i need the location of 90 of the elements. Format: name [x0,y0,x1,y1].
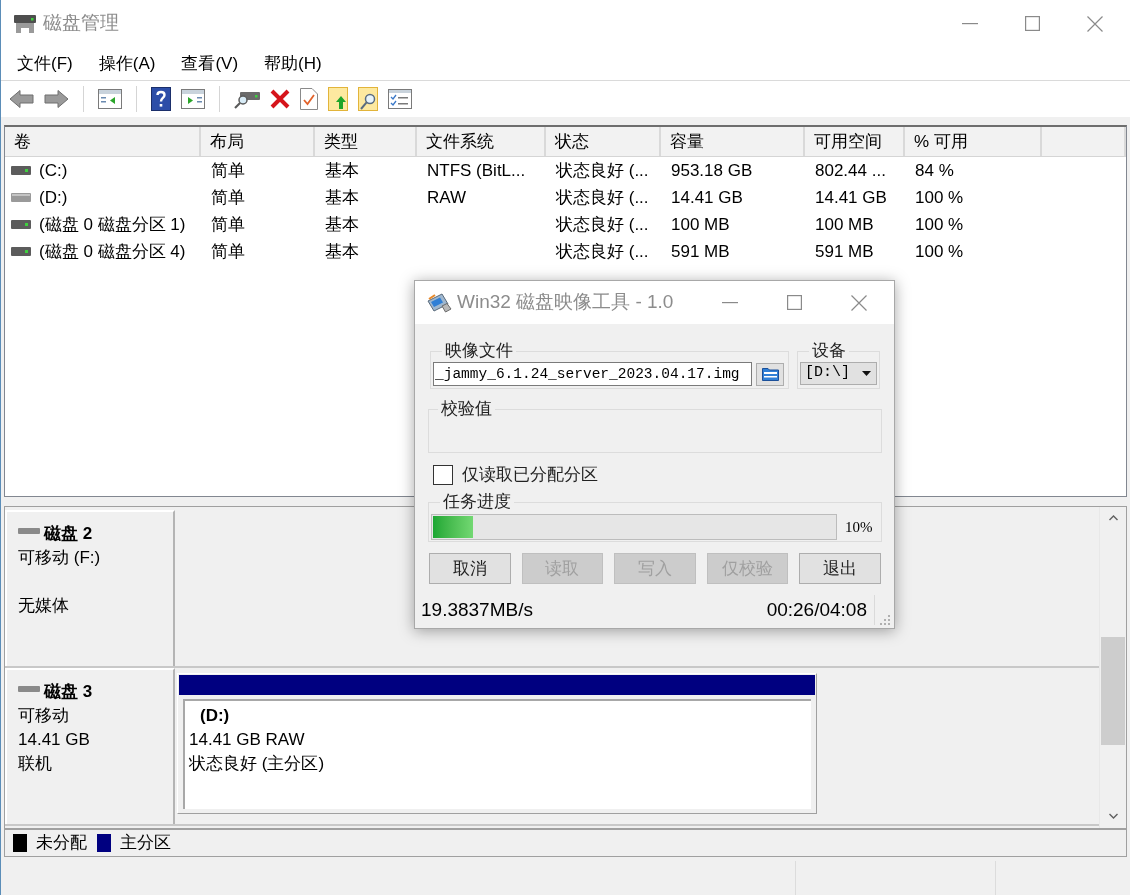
group-label: 设备 [811,341,847,361]
table-cell: NTFS (BitL... [427,161,526,180]
dialog-title: Win32 磁盘映像工具 - 1.0 [457,290,674,315]
disk-type: 可移动 [18,705,69,727]
table-cell: 84 % [915,161,954,180]
menu-item[interactable]: 操作(A) [90,49,164,78]
table-cell: 状态良好 (... [556,215,649,234]
group-label: 映像文件 [444,341,514,361]
help-icon[interactable] [151,87,171,111]
table-cell: 基本 [325,215,359,234]
page-check-icon[interactable] [300,88,318,110]
dialog-button[interactable]: 退出 [799,553,881,584]
table-cell: 状态良好 (... [556,188,649,207]
table-cell: 状态良好 (... [556,161,649,180]
usb-stick-icon [426,291,452,314]
table-cell: 591 MB [671,242,730,261]
scroll-down-icon[interactable] [1108,813,1118,819]
table-cell-text: (C:) [39,160,68,182]
table-cell: 基本 [325,161,359,180]
checklist-window-icon[interactable] [388,89,412,109]
table-cell: 802.44 ... [815,161,886,180]
image-file-input[interactable]: _jammy_6.1.24_server_2023.04.17.img [433,362,752,386]
page-magnifier-icon[interactable] [358,87,378,111]
scrollbar-thumb[interactable] [1101,637,1125,745]
disk-name: 磁盘 2 [44,523,93,545]
drive-icon [11,220,31,229]
group-label: 校验值 [440,399,493,419]
device-select[interactable]: [D:\] [800,362,877,385]
drive-magnifier-icon[interactable] [234,89,260,109]
table-cell: 简单 [211,242,245,261]
partition-status: 状态良好 (主分区) [189,753,325,775]
minimize-icon[interactable] [962,22,978,25]
table-cell: 591 MB [815,242,874,261]
progress-reading: 10% [845,517,873,537]
cross-icon[interactable] [270,89,290,109]
group-label: 任务进度 [442,492,512,512]
scrollbar-track[interactable] [1099,507,1126,828]
legend-label: 主分区 [120,832,171,855]
disk-name: 磁盘 3 [44,681,93,703]
table-cell: 基本 [325,242,359,261]
maximize-icon[interactable] [1025,16,1040,31]
disk-status: 联机 [18,753,52,775]
elapsed-time: 00:26/04:08 [766,597,867,622]
drive-icon [11,193,31,202]
checkbox[interactable] [433,465,453,485]
drive-icon [11,247,31,256]
table-cell: 100 MB [815,215,874,234]
minimize-icon[interactable] [722,301,738,304]
table-cell: 状态良好 (... [556,242,649,261]
disk-size: 14.41 GB [18,729,90,751]
table-cell: 简单 [211,161,245,180]
partition-label: (D:) [199,705,230,727]
checkbox-label[interactable]: 仅读取已分配分区 [462,465,598,485]
table-cell: 100 % [915,215,964,234]
table-cell: 简单 [211,188,245,207]
dialog-button[interactable]: 取消 [429,553,511,584]
table-cell: 基本 [325,188,359,207]
partition-block[interactable]: (D:) 14.41 GB RAW 状态良好 (主分区) [177,673,817,814]
partition-details: 14.41 GB RAW [189,729,305,751]
disk-status: 无媒体 [18,595,69,617]
legend-label: 未分配 [36,832,87,855]
table-cell: 14.41 GB [671,188,743,207]
table-cell-text: (D:) [39,187,68,209]
menu-item[interactable]: 查看(V) [173,49,247,78]
table-cell: RAW [427,188,467,207]
close-icon[interactable] [1087,15,1103,32]
table-cell-text: (磁盘 0 磁盘分区 1) [39,214,186,236]
table-cell: 953.18 GB [671,161,753,180]
resize-grip-icon[interactable] [880,615,890,625]
disk-drive-icon [14,13,36,34]
drive-icon [11,166,31,175]
forward-arrow-icon[interactable] [44,89,69,109]
browse-button[interactable] [756,362,784,386]
menu-item[interactable]: 文件(F) [9,49,81,78]
scroll-up-icon[interactable] [1108,515,1118,521]
back-arrow-icon[interactable] [9,89,34,109]
table-cell: 简单 [211,215,245,234]
disk-type: 可移动 (F:) [18,547,101,569]
table-cell: 14.41 GB [815,188,887,207]
table-cell: 100 % [915,242,964,261]
table-cell-text: (磁盘 0 磁盘分区 4) [39,241,186,263]
menu-item[interactable]: 帮助(H) [256,49,330,78]
window-title: 磁盘管理 [43,11,119,36]
maximize-icon[interactable] [787,295,802,310]
transfer-speed: 19.3837MB/s [421,597,533,622]
table-cell: 100 % [915,188,964,207]
close-icon[interactable] [851,294,867,311]
folder-icon [761,367,779,381]
table-cell: 100 MB [671,215,730,234]
caret-icon [862,371,871,376]
